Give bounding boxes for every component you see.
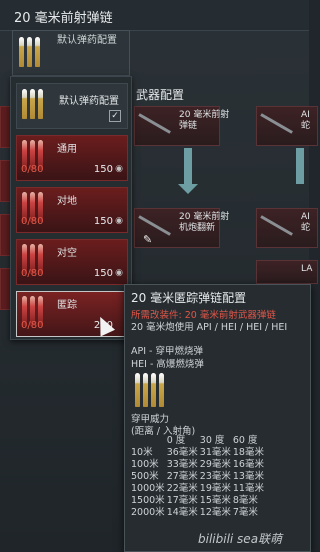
table-cell: 27毫米 — [166, 471, 198, 482]
dropdown-item-default[interactable]: 默认弹药配置 ✓ — [16, 83, 128, 129]
table-cell: 1000米 — [131, 483, 165, 494]
table-cell: 31毫米 — [199, 447, 231, 458]
lock-icon: ◉ — [115, 164, 123, 174]
table-header-row: 0 度 30 度 60 度 — [131, 435, 266, 447]
ammo-belt-icon — [19, 37, 40, 67]
table-cell: 10米 — [131, 447, 153, 458]
tooltip-legend-hei: HEI - 高爆燃烧弹 — [131, 359, 204, 370]
upgrade-arrow — [184, 148, 192, 184]
table-cell: 1500米 — [131, 495, 165, 506]
table-row: 1000米 22毫米 19毫米 11毫米 — [131, 483, 266, 495]
page-title: 20 毫米前射弹链 — [14, 11, 113, 26]
tooltip-usage: 20 毫米炮使用 API / HEI / HEI / HEI — [131, 322, 288, 333]
table-header-cell: 30 度 — [199, 435, 225, 446]
dropdown-item-qty: 150 — [93, 268, 113, 279]
table-cell: 13毫米 — [232, 471, 264, 482]
table-cell: 18毫米 — [232, 447, 264, 458]
table-header-cell: 60 度 — [232, 435, 258, 446]
weapon-card-missile[interactable]: AI 蛇 — [256, 106, 318, 146]
table-cell: 19毫米 — [199, 483, 231, 494]
table-cell: 7毫米 — [232, 507, 258, 518]
upgrade-arrow — [296, 148, 304, 184]
weapon-card-label: AI 蛇 — [301, 212, 311, 233]
dropdown-item-label: 对空 — [57, 248, 77, 259]
ammo-dropdown: 默认弹药配置 ✓ 通用 0/80 150 ◉ 对地 0/80 150 ◉ 对空 … — [10, 76, 132, 340]
table-cell: 29毫米 — [199, 459, 231, 470]
dropdown-item-qty: 150 — [93, 164, 113, 175]
wrench-icon: ✎ — [143, 233, 153, 246]
watermark: bilibili sea联萌 — [198, 532, 283, 546]
dropdown-item-count: 0/80 — [21, 320, 44, 331]
title-bar: 20 毫米前射弹链 — [0, 0, 309, 31]
table-cell: 500米 — [131, 471, 159, 482]
weapons-config-title: 武器配置 — [136, 88, 185, 102]
tooltip-legend-api: API - 穿甲燃烧弹 — [131, 346, 203, 357]
table-row: 100米 33毫米 29毫米 16毫米 — [131, 459, 266, 471]
penetration-table: 0 度 30 度 60 度 10米 36毫米 31毫米 18毫米 100米 33… — [131, 435, 266, 519]
tooltip-title: 20 毫米匿踪弹链配置 — [131, 291, 247, 305]
table-cell: 17毫米 — [166, 495, 198, 506]
ammo-belt-icon — [22, 89, 43, 119]
ammo-belt-icon — [135, 373, 164, 407]
table-header-cell: 0 度 — [166, 435, 186, 446]
table-row: 500米 27毫米 23毫米 13毫米 — [131, 471, 266, 483]
dropdown-item-count: 0/80 — [21, 216, 44, 227]
dropdown-item-label: 对地 — [57, 196, 77, 207]
table-cell: 22毫米 — [166, 483, 198, 494]
weapon-card-label: 20 毫米前射 机炮翻新 — [179, 212, 230, 233]
dropdown-item-universal[interactable]: 通用 0/80 150 ◉ — [16, 135, 128, 181]
table-row: 2000米 14毫米 12毫米 7毫米 — [131, 507, 266, 519]
weapon-card-missile-2[interactable]: AI 蛇 — [256, 208, 318, 248]
dropdown-item-qty: 150 — [93, 216, 113, 227]
table-cell: 36毫米 — [166, 447, 198, 458]
table-cell: 14毫米 — [166, 507, 198, 518]
table-cell: 33毫米 — [166, 459, 198, 470]
selected-slot-label: 默认弹药配置 — [57, 35, 117, 46]
table-cell: 15毫米 — [199, 495, 231, 506]
table-header-cell — [131, 435, 167, 447]
selected-ammo-slot[interactable]: 默认弹药配置 — [12, 30, 130, 76]
table-cell: 11毫米 — [232, 483, 264, 494]
dropdown-item-label: 匿踪 — [57, 300, 77, 311]
missile-icon — [260, 113, 293, 134]
weapon-card-overhaul[interactable]: 20 毫米前射 机炮翻新 ✎ — [134, 208, 229, 248]
lock-icon: ◉ — [115, 268, 123, 278]
checkbox-checked[interactable]: ✓ — [109, 110, 121, 122]
table-cell: 23毫米 — [199, 471, 231, 482]
dropdown-item-count: 0/80 — [21, 164, 44, 175]
dropdown-item-label: 通用 — [57, 144, 77, 155]
weapon-card-la[interactable]: LA — [256, 260, 318, 284]
upgrade-arrow-head — [178, 184, 198, 194]
weapon-card-label: LA — [301, 264, 313, 274]
weapon-card-label: 20 毫米前射 弹链 — [179, 110, 230, 131]
table-row: 1500米 17毫米 15毫米 8毫米 — [131, 495, 266, 507]
table-cell: 16毫米 — [232, 459, 264, 470]
dropdown-item-count: 0/80 — [21, 268, 44, 279]
table-cell: 100米 — [131, 459, 159, 470]
table-cell: 12毫米 — [199, 507, 231, 518]
dropdown-item-label: 默认弹药配置 — [59, 96, 119, 107]
table-row: 10米 36毫米 31毫米 18毫米 — [131, 447, 266, 459]
lock-icon: ◉ — [115, 216, 123, 226]
weapon-card-label: AI 蛇 — [301, 110, 311, 131]
dropdown-item-ground[interactable]: 对地 0/80 150 ◉ — [16, 187, 128, 233]
cannon-icon — [138, 113, 171, 134]
weapon-card-belt[interactable]: 20 毫米前射 弹链 — [134, 106, 229, 146]
ammo-tooltip: 20 毫米匿踪弹链配置 所需改装件: 20 毫米前射武器弹链 20 毫米炮使用 … — [124, 284, 311, 552]
table-cell: 8毫米 — [232, 495, 258, 506]
missile-icon — [260, 215, 293, 236]
dropdown-item-air[interactable]: 对空 0/80 150 ◉ — [16, 239, 128, 285]
table-cell: 2000米 — [131, 507, 165, 518]
